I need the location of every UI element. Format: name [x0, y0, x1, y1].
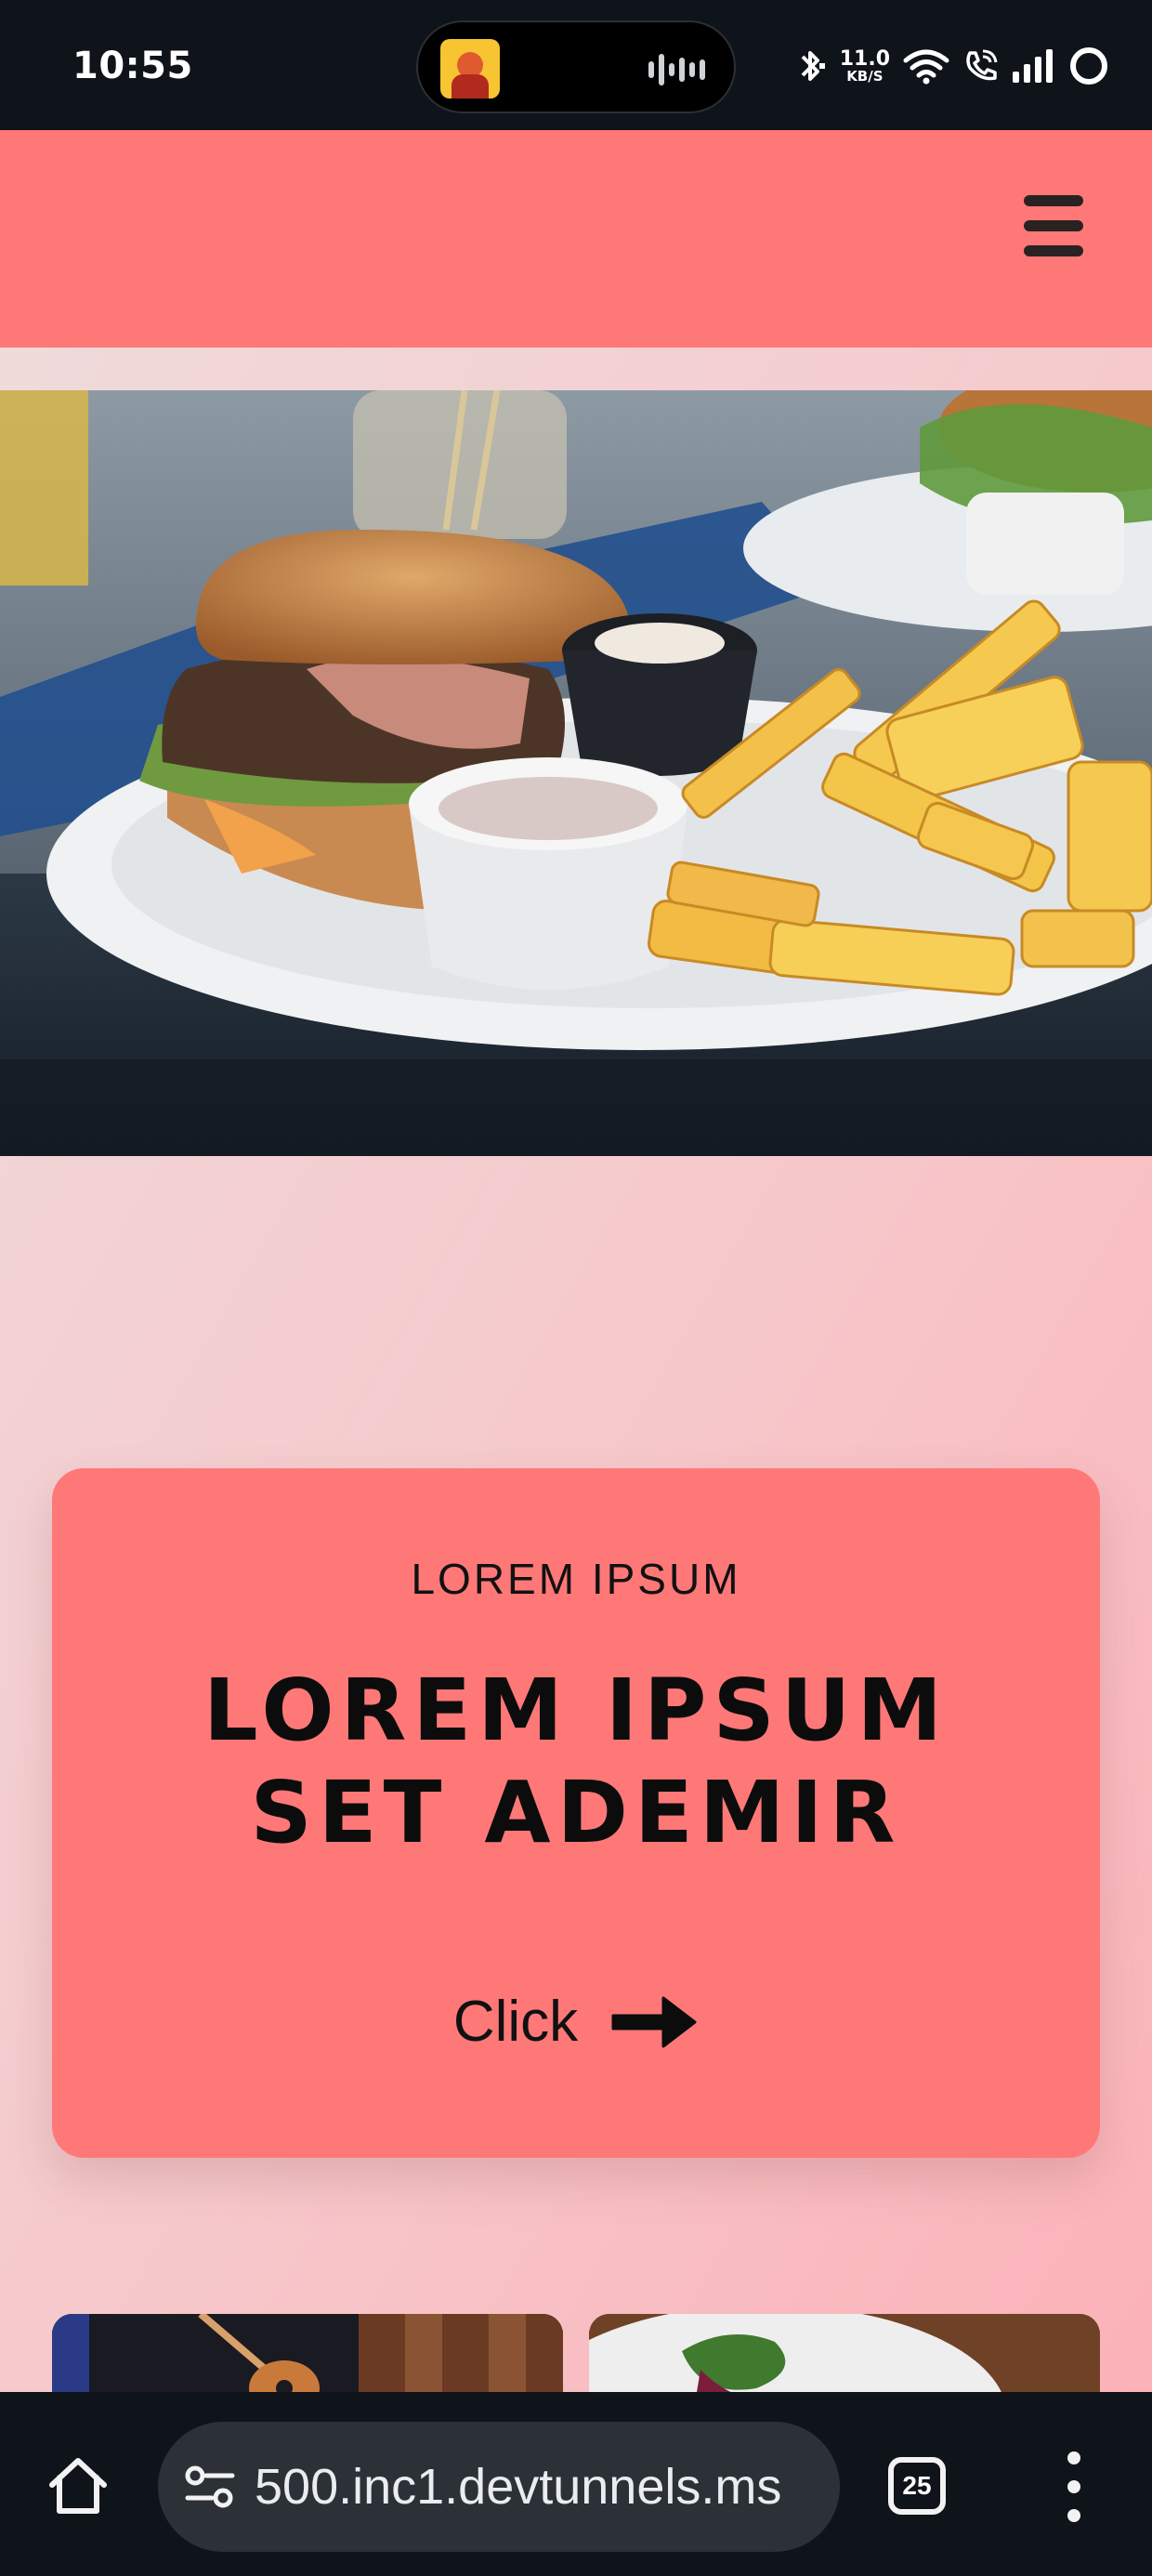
- tab-switcher-button[interactable]: 25: [888, 2457, 946, 2515]
- audio-wave-icon: [648, 54, 705, 85]
- network-speed-unit: KB/S: [846, 67, 884, 85]
- promo-title-line-1: LOREM IPSUM: [203, 1661, 949, 1760]
- arrow-right-icon: [611, 1996, 697, 2047]
- web-page: LOREM IPSUM LOREM IPSUM SET ADEMIR Click: [0, 130, 1152, 2392]
- hamburger-bar: [1024, 245, 1083, 256]
- more-menu-icon[interactable]: [1055, 2451, 1093, 2522]
- promo-title-line-2: SET ADEMIR: [250, 1763, 902, 1862]
- menu-dot: [1067, 2509, 1080, 2522]
- bluetooth-icon: [801, 51, 825, 81]
- promo-cta-label: Click: [452, 1990, 579, 2054]
- status-icons: 11.0 KB/S: [795, 35, 1109, 97]
- site-settings-icon[interactable]: [182, 2459, 238, 2515]
- guitar-photo-thumbnail[interactable]: [52, 2314, 563, 2392]
- phone-screen: 10:55 11.0 KB/S LOREM IPSUM LOREM IPSUM …: [0, 0, 1152, 2576]
- wifi-call-icon: [966, 49, 998, 81]
- battery-ring-icon: [1070, 47, 1107, 85]
- burger-and-fries-photo: [0, 390, 1152, 1156]
- network-speed: 11.0 KB/S: [839, 46, 890, 85]
- hamburger-menu-button[interactable]: [1024, 195, 1083, 256]
- promo-cta-button[interactable]: Click: [52, 1989, 1100, 2055]
- tab-count: 25: [902, 2471, 932, 2500]
- address-bar[interactable]: 500.inc1.devtunnels.ms: [158, 2422, 840, 2552]
- menu-dot: [1067, 2451, 1080, 2464]
- promo-title: LOREM IPSUM SET ADEMIR: [52, 1660, 1100, 1864]
- site-header: [0, 130, 1152, 348]
- address-bar-url: 500.inc1.devtunnels.ms: [255, 2459, 782, 2515]
- hamburger-bar: [1024, 195, 1083, 206]
- plated-dish-photo: [589, 2314, 1100, 2392]
- menu-dot: [1067, 2480, 1080, 2493]
- promo-card: LOREM IPSUM LOREM IPSUM SET ADEMIR Click: [52, 1468, 1100, 2158]
- network-speed-value: 11.0: [839, 46, 890, 71]
- hero-image: [0, 390, 1152, 1156]
- now-playing-art: [440, 39, 500, 99]
- dynamic-island[interactable]: [416, 20, 736, 113]
- browser-toolbar: 500.inc1.devtunnels.ms 25: [0, 2392, 1152, 2576]
- hamburger-bar: [1024, 220, 1083, 231]
- guitar-photo: [52, 2314, 563, 2392]
- promo-eyebrow: LOREM IPSUM: [411, 1555, 741, 1603]
- plated-dish-thumbnail[interactable]: [589, 2314, 1100, 2392]
- home-icon[interactable]: [46, 2455, 110, 2517]
- status-bar: 10:55 11.0 KB/S: [0, 0, 1152, 130]
- signal-icon: [1013, 49, 1053, 83]
- status-time: 10:55: [72, 45, 193, 87]
- wifi-icon: [903, 49, 949, 85]
